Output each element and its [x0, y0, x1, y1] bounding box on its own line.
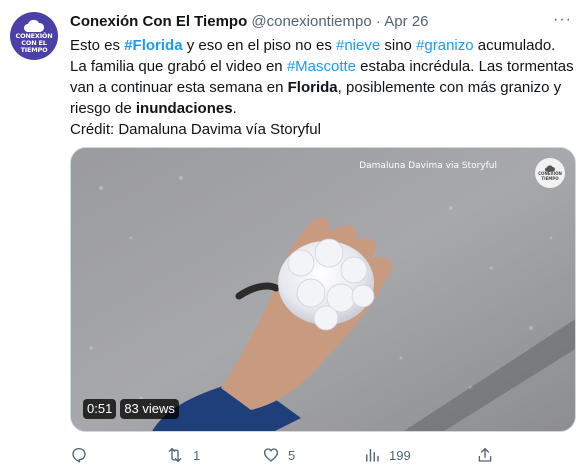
media-logo-text: CONEXIÓN TIEMPO — [538, 171, 562, 181]
credit-line: Crédit: Damaluna Davima vía Storyful — [70, 121, 321, 138]
like-count: 5 — [288, 447, 296, 463]
views-button[interactable]: 199 — [363, 446, 411, 464]
hashtag-granizo[interactable]: #granizo — [416, 37, 474, 54]
tweet-date[interactable]: Apr 26 — [384, 13, 428, 30]
share-button[interactable] — [476, 446, 494, 469]
avatar[interactable]: CONEXIÓN CON EL TIEMPO — [10, 12, 58, 60]
text-segment: Esto es — [70, 37, 125, 54]
text-segment: sino — [380, 37, 417, 54]
reply-button[interactable] — [70, 446, 96, 464]
handle[interactable]: @conexiontiempo — [251, 13, 371, 30]
retweet-count: 1 — [193, 447, 201, 463]
reply-icon — [72, 447, 86, 463]
bold-inundaciones: inundaciones — [135, 100, 233, 117]
share-icon — [478, 447, 492, 462]
hashtag-florida[interactable]: #Florida — [124, 37, 182, 54]
analytics-icon — [366, 449, 379, 462]
cloud-icon — [24, 19, 45, 32]
video-info: 0:51 83 views — [83, 399, 179, 419]
video-player[interactable]: Damaluna Davima via Storyful CONEXIÓN TI… — [70, 147, 576, 432]
separator: · — [375, 13, 381, 30]
media-logo: CONEXIÓN TIEMPO — [535, 158, 565, 188]
video-frame — [71, 148, 575, 431]
text-segment: . — [232, 100, 237, 117]
heart-icon — [263, 448, 279, 462]
video-watermark: Damaluna Davima via Storyful — [359, 161, 497, 171]
video-duration: 0:51 — [83, 399, 117, 419]
avatar-logo-text: CONEXIÓN CON EL TIEMPO — [15, 31, 53, 54]
video-views: 83 views — [120, 399, 179, 419]
retweet-icon — [168, 447, 182, 463]
more-options-icon[interactable]: ··· — [553, 11, 572, 29]
like-button[interactable]: 5 — [262, 446, 295, 464]
tweet-text: Esto es #Florida y eso en el piso no es … — [70, 35, 575, 140]
retweet-button[interactable]: 1 — [165, 446, 200, 464]
text-segment: y eso en el piso no es — [182, 37, 336, 54]
hashtag-mascotte[interactable]: #Mascotte — [287, 58, 356, 75]
view-count: 199 — [389, 447, 411, 463]
hashtag-nieve[interactable]: #nieve — [336, 37, 380, 54]
tweet-header: Conexión Con El Tiempo @conexiontiempo ·… — [70, 12, 428, 32]
display-name[interactable]: Conexión Con El Tiempo — [70, 13, 247, 30]
tweet-actions: 1 5 199 — [70, 446, 500, 466]
bold-florida: Florida — [287, 79, 338, 96]
